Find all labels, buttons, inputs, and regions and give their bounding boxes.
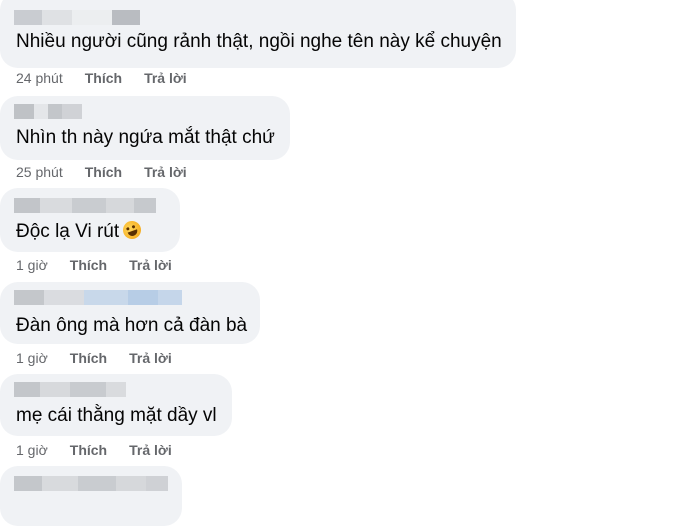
comment-actions: 1 giờ Thích Trả lời: [16, 350, 172, 366]
comment-text: mẹ cái thằng mặt dầy vl: [16, 405, 217, 426]
reply-button[interactable]: Trả lời: [144, 70, 187, 86]
blurred-author-name: [14, 382, 126, 397]
comment-time[interactable]: 1 giờ: [16, 350, 48, 366]
comment-time[interactable]: 24 phút: [16, 70, 63, 86]
comment-time[interactable]: 25 phút: [16, 164, 63, 180]
comment-time[interactable]: 1 giờ: [16, 442, 48, 458]
blurred-author-name: [14, 476, 168, 491]
reply-button[interactable]: Trả lời: [129, 442, 172, 458]
grinning-squinting-face-icon: [120, 218, 144, 242]
comment-actions: 25 phút Thích Trả lời: [16, 164, 187, 180]
blurred-author-name: [14, 10, 140, 25]
blurred-author-name: [14, 198, 156, 213]
comment-actions: 1 giờ Thích Trả lời: [16, 442, 172, 458]
like-button[interactable]: Thích: [85, 164, 122, 180]
reply-button[interactable]: Trả lời: [144, 164, 187, 180]
blurred-author-name: [14, 104, 82, 119]
reply-button[interactable]: Trả lời: [129, 350, 172, 366]
comment-time[interactable]: 1 giờ: [16, 257, 48, 273]
like-button[interactable]: Thích: [70, 350, 107, 366]
comment-actions: 1 giờ Thích Trả lời: [16, 257, 172, 273]
comment-text-value: Độc lạ Vi rút: [16, 221, 120, 242]
like-button[interactable]: Thích: [70, 257, 107, 273]
comment-bubble: Nhìn th này ngứa mắt thật chứ: [0, 96, 290, 160]
like-button[interactable]: Thích: [70, 442, 107, 458]
comment-text: Độc lạ Vi rút: [16, 218, 144, 244]
comment-text: Nhiều người cũng rảnh thật, ngồi nghe tê…: [16, 31, 502, 52]
comment-bubble: Nhiều người cũng rảnh thật, ngồi nghe tê…: [0, 0, 516, 68]
like-button[interactable]: Thích: [85, 70, 122, 86]
comment-actions: 24 phút Thích Trả lời: [16, 70, 187, 86]
comment-text: Nhìn th này ngứa mắt thật chứ: [16, 127, 275, 148]
comment-bubble: Độc lạ Vi rút: [0, 188, 180, 252]
comment-bubble: [0, 466, 182, 526]
reply-button[interactable]: Trả lời: [129, 257, 172, 273]
comment-bubble: Đàn ông mà hơn cả đàn bà: [0, 282, 260, 344]
blurred-author-name: [14, 290, 182, 305]
comment-bubble: mẹ cái thằng mặt dầy vl: [0, 374, 232, 436]
comment-text: Đàn ông mà hơn cả đàn bà: [16, 315, 248, 336]
